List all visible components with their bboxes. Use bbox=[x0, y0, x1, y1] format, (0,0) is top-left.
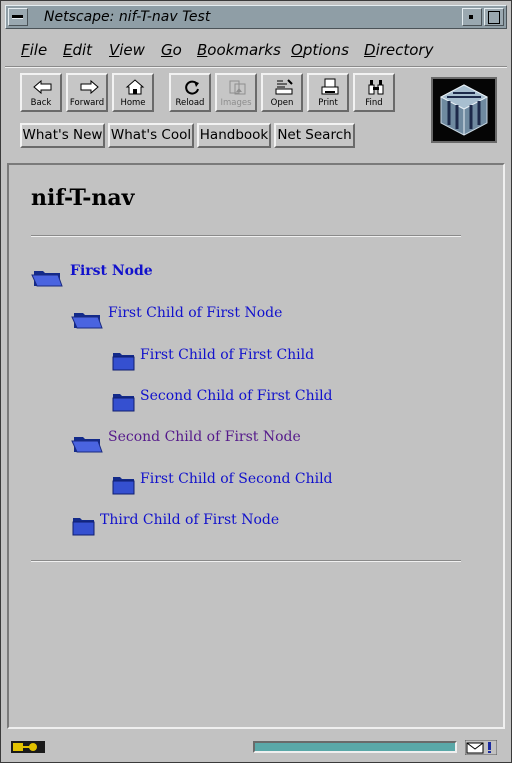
images-button[interactable]: Images bbox=[215, 73, 257, 112]
window-menu-button[interactable] bbox=[8, 8, 28, 26]
tree-node-label[interactable]: First Child of First Child bbox=[140, 347, 314, 363]
open-button[interactable]: Open bbox=[261, 73, 303, 112]
find-icon bbox=[368, 80, 384, 95]
window-title: Netscape: nif-T-nav Test bbox=[44, 9, 211, 25]
images-label: Images bbox=[220, 98, 252, 108]
find-button[interactable]: Find bbox=[353, 73, 395, 112]
maximize-button[interactable] bbox=[484, 8, 504, 26]
back-label: Back bbox=[30, 98, 52, 108]
menu-options[interactable]: Options bbox=[291, 41, 349, 59]
menu-directory[interactable]: Directory bbox=[364, 41, 433, 59]
page-title: nif-T-nav bbox=[31, 185, 135, 211]
net-search-button[interactable]: Net Search bbox=[274, 123, 355, 148]
closed-folder-icon bbox=[112, 394, 135, 412]
open-folder-icon bbox=[31, 271, 63, 287]
progress-bar bbox=[253, 741, 457, 753]
browser-window: Netscape: nif-T-nav Test File Edit View … bbox=[0, 0, 512, 763]
home-icon bbox=[125, 79, 145, 95]
menubar-divider bbox=[5, 66, 507, 68]
menu-go[interactable]: Go bbox=[161, 41, 182, 59]
title-bar[interactable]: Netscape: nif-T-nav Test bbox=[5, 5, 507, 29]
back-button[interactable]: Back bbox=[20, 73, 62, 112]
closed-folder-icon bbox=[112, 477, 135, 495]
progress-fill bbox=[255, 743, 455, 751]
open-folder-icon bbox=[71, 437, 103, 453]
security-key-icon[interactable] bbox=[11, 741, 45, 753]
tree-node-label[interactable]: First Child of Second Child bbox=[140, 471, 333, 487]
reload-button[interactable]: Reload bbox=[169, 73, 211, 112]
reload-label: Reload bbox=[175, 98, 205, 108]
menu-edit[interactable]: Edit bbox=[63, 41, 92, 59]
tree-node-label[interactable]: Second Child of First Child bbox=[140, 388, 333, 404]
reload-icon bbox=[185, 80, 199, 95]
tree-node-label[interactable]: First Node bbox=[70, 263, 153, 279]
mail-icon[interactable] bbox=[465, 740, 497, 755]
netscape-logo[interactable] bbox=[431, 77, 497, 143]
print-button[interactable]: Print bbox=[307, 73, 349, 112]
print-icon bbox=[321, 78, 339, 95]
content-area[interactable]: nif-T-nav First Node First Child of Firs… bbox=[7, 163, 505, 729]
back-arrow-icon bbox=[33, 79, 52, 95]
tree-node-label[interactable]: Second Child of First Node bbox=[108, 429, 301, 445]
open-icon bbox=[275, 79, 293, 95]
open-label: Open bbox=[270, 98, 294, 108]
forward-label: Forward bbox=[69, 98, 105, 108]
handbook-button[interactable]: Handbook bbox=[197, 123, 271, 148]
menu-view[interactable]: View bbox=[109, 41, 145, 59]
horizontal-rule-top bbox=[31, 235, 461, 237]
forward-arrow-icon bbox=[80, 79, 99, 95]
tree-node-label[interactable]: First Child of First Node bbox=[108, 305, 282, 321]
closed-folder-icon bbox=[112, 353, 135, 371]
netscape-logo-icon bbox=[433, 79, 495, 141]
menu-bar: File Edit View Go Bookmarks Options Dire… bbox=[5, 35, 507, 65]
print-label: Print bbox=[318, 98, 338, 108]
menu-file[interactable]: File bbox=[21, 41, 47, 59]
menu-bookmarks[interactable]: Bookmarks bbox=[197, 41, 281, 59]
whats-new-button[interactable]: What's New bbox=[20, 123, 105, 148]
open-folder-icon bbox=[71, 313, 103, 329]
closed-folder-icon bbox=[72, 518, 95, 536]
find-label: Find bbox=[365, 98, 383, 108]
images-icon bbox=[229, 80, 246, 95]
minimize-button[interactable] bbox=[462, 8, 482, 26]
forward-button[interactable]: Forward bbox=[66, 73, 108, 112]
home-button[interactable]: Home bbox=[112, 73, 154, 112]
home-label: Home bbox=[120, 98, 146, 108]
tree-node-label[interactable]: Third Child of First Node bbox=[100, 512, 279, 528]
status-bar bbox=[5, 735, 507, 759]
whats-cool-button[interactable]: What's Cool bbox=[108, 123, 194, 148]
horizontal-rule-bottom bbox=[31, 560, 461, 562]
